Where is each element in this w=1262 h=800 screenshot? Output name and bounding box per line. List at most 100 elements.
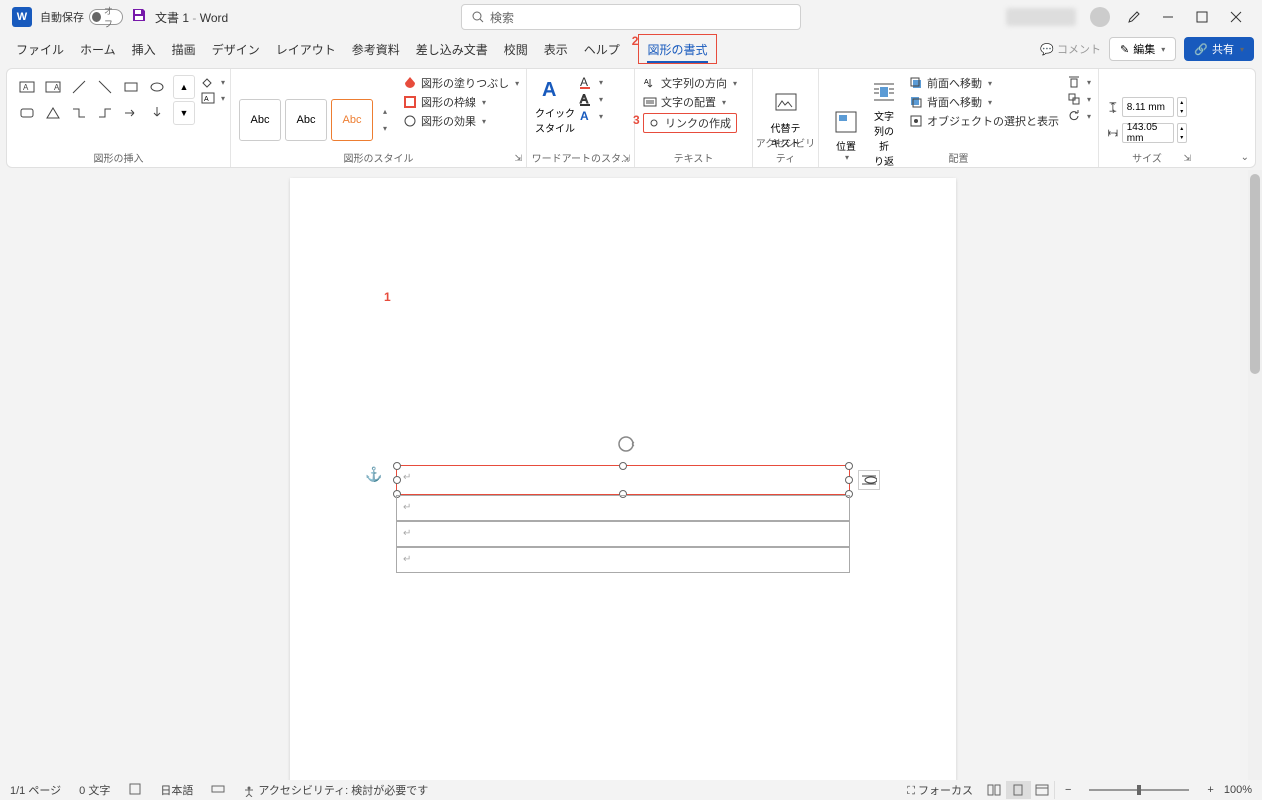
status-bar: 1/1 ページ 0 文字 日本語 アクセシビリティ: 検討が必要です ⛶ フォー… (0, 780, 1262, 800)
textbox-2[interactable]: ↵ (396, 495, 850, 521)
autosave-toggle[interactable]: 自動保存 オフ (40, 9, 123, 25)
focus-mode-button[interactable]: ⛶ フォーカス (907, 782, 973, 798)
size-launcher-icon[interactable]: ⇲ (1183, 153, 1191, 164)
tab-file[interactable]: ファイル (8, 34, 72, 64)
style-item-1[interactable]: Abc (239, 99, 281, 141)
callout-3: 3 (633, 113, 640, 127)
group-button[interactable]: ▾ (1067, 92, 1091, 106)
toggle-switch[interactable]: オフ (89, 9, 123, 25)
shape-arrow-icon[interactable] (119, 101, 143, 125)
rotate-button[interactable]: ▾ (1067, 109, 1091, 123)
shape-arrow-down-icon[interactable] (145, 101, 169, 125)
create-link-button[interactable]: リンクの作成 (643, 113, 737, 133)
selection-pane-button[interactable]: オブジェクトの選択と表示 (909, 113, 1059, 129)
width-input[interactable]: 143.05 mm (1122, 123, 1174, 143)
selected-textbox[interactable]: ↵ (396, 465, 850, 495)
shape-textbox-vert-icon[interactable]: A (41, 75, 65, 99)
read-mode-icon[interactable] (983, 781, 1007, 799)
shape-line2-icon[interactable] (93, 75, 117, 99)
ribbon-collapse-icon[interactable]: ⌄ (1241, 152, 1249, 163)
edit-shape-button[interactable]: ▾ (201, 75, 225, 89)
height-spinner[interactable]: ▴▾ (1177, 97, 1187, 117)
zoom-level[interactable]: 100% (1224, 784, 1252, 796)
tab-help[interactable]: ヘルプ (576, 34, 628, 64)
user-name (1006, 8, 1076, 26)
shape-effects-button[interactable]: 図形の効果▾ (403, 113, 519, 129)
shape-textbox-icon[interactable]: A (15, 75, 39, 99)
zoom-out-button[interactable]: − (1065, 784, 1071, 796)
word-count[interactable]: 0 文字 (79, 782, 110, 798)
wordart-launcher-icon[interactable]: ⇲ (622, 153, 630, 164)
maximize-button[interactable] (1192, 7, 1212, 27)
web-layout-icon[interactable] (1031, 781, 1055, 799)
tab-layout[interactable]: レイアウト (268, 34, 344, 64)
tab-reference[interactable]: 参考資料 (344, 34, 408, 64)
textbox-4[interactable]: ↵ (396, 547, 850, 573)
minimize-button[interactable] (1158, 7, 1178, 27)
shape-styles-launcher-icon[interactable]: ⇲ (514, 153, 522, 164)
bring-front-button[interactable]: 前面へ移動▾ (909, 75, 1059, 91)
user-avatar-icon[interactable] (1090, 7, 1110, 27)
tab-design[interactable]: デザイン (204, 34, 268, 64)
tab-draw[interactable]: 描画 (164, 34, 204, 64)
height-input[interactable]: 8.11 mm (1122, 97, 1174, 117)
shape-outline-button[interactable]: 図形の枠線▾ (403, 94, 519, 110)
textbox-3[interactable]: ↵ (396, 521, 850, 547)
layout-options-icon[interactable] (858, 470, 880, 490)
shape-elbow2-icon[interactable] (93, 101, 117, 125)
svg-text:A: A (54, 83, 60, 92)
language[interactable]: 日本語 (160, 782, 193, 798)
tab-mailings[interactable]: 差し込み文書 (408, 34, 496, 64)
shape-triangle-icon[interactable] (41, 101, 65, 125)
width-spinner[interactable]: ▴▾ (1177, 123, 1187, 143)
edit-button[interactable]: ✎ 編集 ▾ (1109, 37, 1176, 61)
text-direction-button[interactable]: A文字列の方向▾ (643, 75, 737, 91)
tab-insert[interactable]: 挿入 (124, 34, 164, 64)
style-gallery-more[interactable]: ▴▾ (377, 99, 393, 141)
ribbon-tabs: ファイル ホーム 挿入 描画 デザイン レイアウト 参考資料 差し込み文書 校閲… (0, 34, 1262, 64)
accessibility-status[interactable]: アクセシビリティ: 検討が必要です (243, 782, 428, 798)
search-box[interactable]: 検索 (461, 4, 801, 30)
text-align-button[interactable]: 文字の配置▾ (643, 94, 737, 110)
style-item-3[interactable]: Abc (331, 99, 373, 141)
shapes-more-down-icon[interactable]: ▼ (173, 101, 195, 125)
share-button[interactable]: 🔗 共有 ▾ (1184, 37, 1254, 61)
anchor-icon: ⚓ (365, 466, 382, 483)
scroll-thumb[interactable] (1250, 174, 1260, 374)
tab-view[interactable]: 表示 (536, 34, 576, 64)
zoom-slider[interactable] (1089, 789, 1189, 791)
print-layout-icon[interactable] (1007, 781, 1031, 799)
send-back-button[interactable]: 背面へ移動▾ (909, 94, 1059, 110)
shape-fill-button[interactable]: 図形の塗りつぶし▾ (403, 75, 519, 91)
page-count[interactable]: 1/1 ページ (10, 782, 61, 798)
text-outline-button[interactable]: A▾ (579, 92, 603, 106)
group-size: 8.11 mm ▴▾ 143.05 mm ▴▾ サイズ ⇲ (1099, 69, 1195, 167)
vertical-scrollbar[interactable] (1248, 170, 1262, 780)
pen-icon[interactable] (1124, 7, 1144, 27)
tab-shape-format[interactable]: 図形の書式 (638, 34, 716, 64)
shape-rect-icon[interactable] (119, 75, 143, 99)
display-settings-icon[interactable] (211, 782, 225, 799)
text-fill-button[interactable]: A▾ (579, 75, 603, 89)
shape-elbow-icon[interactable] (67, 101, 91, 125)
align-button[interactable]: ▾ (1067, 75, 1091, 89)
shape-line-icon[interactable] (67, 75, 91, 99)
tab-review[interactable]: 校閲 (496, 34, 536, 64)
search-icon (472, 11, 484, 23)
shapes-more-up-icon[interactable]: ▲ (173, 75, 195, 99)
rotate-handle-icon[interactable] (616, 434, 636, 457)
document-canvas[interactable]: 1 ⚓ ↵ ↵ ↵ ↵ (0, 170, 1248, 780)
quick-styles-button[interactable]: A (535, 75, 569, 103)
tab-home[interactable]: ホーム (72, 34, 124, 64)
group-wordart: A クイック スタイル A▾ A▾ A▾ ワードアートのスタ... ⇲ (527, 69, 635, 167)
text-effects-button[interactable]: A▾ (579, 109, 603, 123)
shape-roundrect-icon[interactable] (15, 101, 39, 125)
close-button[interactable] (1226, 7, 1246, 27)
style-item-2[interactable]: Abc (285, 99, 327, 141)
save-icon[interactable] (131, 7, 147, 28)
spellcheck-icon[interactable] (128, 782, 142, 799)
comment-button[interactable]: 💬 コメント (1040, 41, 1101, 57)
zoom-in-button[interactable]: + (1207, 784, 1213, 796)
draw-textbox-button[interactable]: A▾ (201, 91, 225, 105)
shape-oval-icon[interactable] (145, 75, 169, 99)
